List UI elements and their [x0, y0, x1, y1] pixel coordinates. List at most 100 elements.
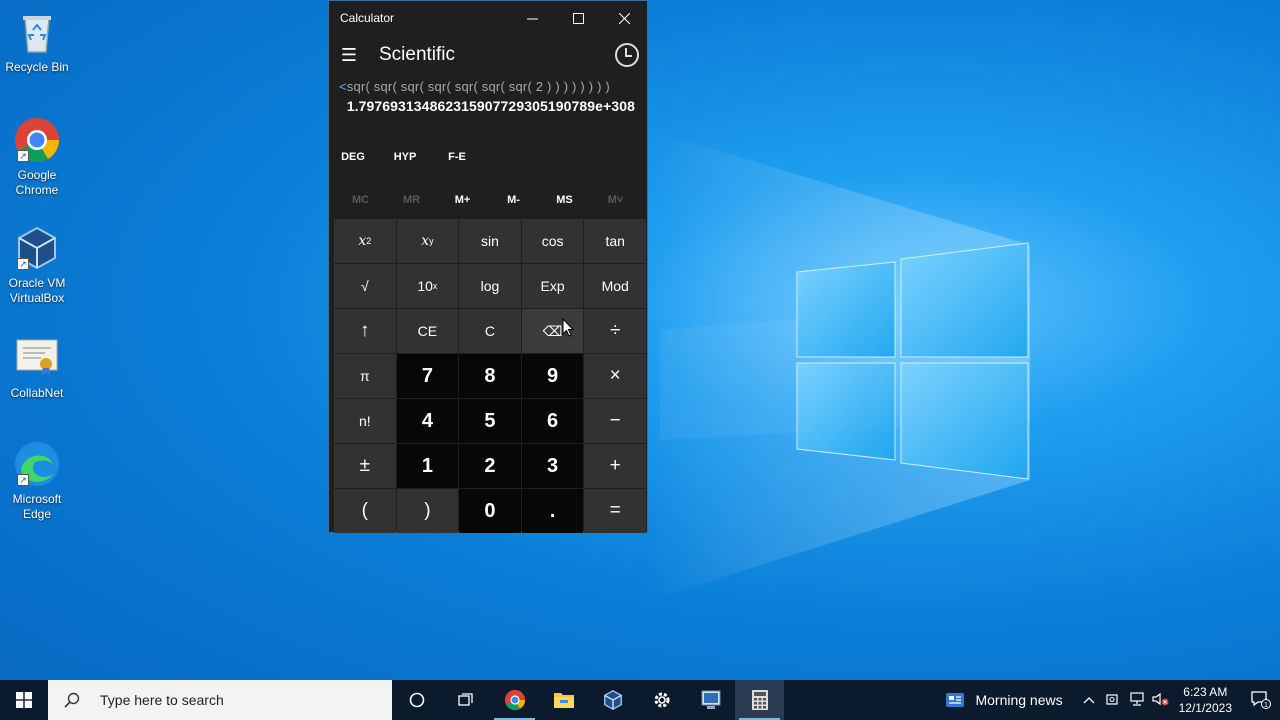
- search-icon: [64, 692, 80, 708]
- calculator-header: ☰ Scientific: [329, 35, 647, 75]
- multiply-button[interactable]: ×: [584, 354, 646, 398]
- hamburger-menu-icon[interactable]: ☰: [339, 45, 359, 66]
- digit-7-button[interactable]: 7: [396, 354, 459, 398]
- key-superscript: y: [429, 236, 434, 246]
- clear-entry-button[interactable]: CE: [396, 309, 459, 353]
- minimize-icon: [526, 18, 538, 19]
- digit-5-button[interactable]: 5: [459, 399, 521, 443]
- sin-button[interactable]: sin: [459, 219, 521, 263]
- power-button[interactable]: xy: [396, 219, 459, 263]
- chrome-icon: ↗: [13, 116, 61, 164]
- equals-button[interactable]: =: [584, 489, 646, 533]
- hyp-button[interactable]: HYP: [387, 151, 423, 163]
- deg-button[interactable]: DEG: [335, 151, 371, 163]
- open-paren-button[interactable]: (: [334, 489, 396, 533]
- title-bar[interactable]: Calculator: [329, 1, 647, 35]
- digit-6-button[interactable]: 6: [521, 399, 584, 443]
- decimal-button[interactable]: .: [521, 489, 584, 533]
- calculator-window: Calculator ☰ Scientific <sqr( sqr( sqr( …: [328, 0, 648, 533]
- taskbar-clock[interactable]: 6:23 AM 12/1/2023: [1179, 684, 1232, 716]
- square-root-button[interactable]: √: [334, 264, 396, 308]
- close-icon: [618, 12, 630, 24]
- taskbar-file-explorer[interactable]: [539, 680, 588, 720]
- close-button[interactable]: [601, 1, 647, 35]
- calculator-icon: [751, 690, 768, 710]
- pi-button[interactable]: π: [334, 354, 396, 398]
- memory-add-button[interactable]: M+: [437, 189, 488, 211]
- digit-2-button[interactable]: 2: [459, 444, 521, 488]
- folder-icon: [553, 693, 574, 708]
- remote-desktop-icon: [701, 690, 720, 709]
- digit-8-button[interactable]: 8: [459, 354, 521, 398]
- taskbar-calculator[interactable]: [735, 680, 784, 720]
- divide-button[interactable]: ÷: [584, 309, 646, 353]
- digit-9-button[interactable]: 9: [521, 354, 584, 398]
- taskbar: Type here to search Morning news 6:23 AM…: [0, 680, 1280, 720]
- key-superscript: x: [432, 281, 438, 291]
- certificate-icon: [13, 334, 61, 382]
- tan-button[interactable]: tan: [584, 219, 646, 263]
- square-button[interactable]: x2: [334, 219, 396, 263]
- memory-subtract-button[interactable]: M-: [488, 189, 539, 211]
- shortcut-arrow-icon: ↗: [17, 474, 29, 486]
- network-icon[interactable]: [1125, 691, 1149, 709]
- memory-list-button[interactable]: M˅: [590, 189, 641, 211]
- taskbar-virtualbox[interactable]: [588, 680, 637, 720]
- memory-store-button[interactable]: MS: [539, 189, 590, 211]
- subtract-button[interactable]: −: [584, 399, 646, 443]
- desktop-icon-label: Google Chrome: [15, 168, 59, 197]
- meet-now-icon[interactable]: [1101, 692, 1125, 709]
- log-button[interactable]: log: [459, 264, 521, 308]
- shift-button[interactable]: ↑: [334, 309, 396, 353]
- add-button[interactable]: +: [584, 444, 646, 488]
- chrome-icon: [504, 689, 525, 711]
- volume-muted-icon[interactable]: [1149, 692, 1173, 709]
- virtualbox-icon: [603, 690, 622, 710]
- history-icon[interactable]: [615, 43, 639, 67]
- expression-scroll-left[interactable]: <: [339, 79, 347, 94]
- desktop-icon-collabnet[interactable]: CollabNet: [4, 334, 70, 401]
- desktop-icon-recycle-bin[interactable]: Recycle Bin: [4, 8, 70, 75]
- cos-button[interactable]: cos: [521, 219, 584, 263]
- key-label: 10: [417, 278, 433, 294]
- key-label: x: [421, 233, 430, 249]
- edge-icon: ↗: [13, 440, 61, 488]
- digit-4-button[interactable]: 4: [396, 399, 459, 443]
- taskbar-remote-desktop[interactable]: [686, 680, 735, 720]
- news-label: Morning news: [975, 692, 1063, 708]
- news-widget[interactable]: Morning news: [945, 692, 1063, 708]
- minimize-button[interactable]: [509, 1, 555, 35]
- mod-button[interactable]: Mod: [584, 264, 646, 308]
- taskbar-search-box[interactable]: Type here to search: [48, 680, 392, 720]
- digit-1-button[interactable]: 1: [396, 444, 459, 488]
- notification-center-button[interactable]: 1: [1240, 689, 1280, 712]
- memory-clear-button[interactable]: MC: [335, 189, 386, 211]
- desktop-icon-edge[interactable]: ↗ Microsoft Edge: [4, 440, 70, 522]
- backspace-button[interactable]: ⌫: [521, 309, 584, 353]
- maximize-button[interactable]: [555, 1, 601, 35]
- clear-button[interactable]: C: [459, 309, 521, 353]
- desktop-icon-chrome[interactable]: ↗ Google Chrome: [4, 116, 70, 198]
- digit-3-button[interactable]: 3: [521, 444, 584, 488]
- factorial-button[interactable]: n!: [334, 399, 396, 443]
- ten-power-button[interactable]: 10 x: [396, 264, 459, 308]
- desktop-icon-virtualbox[interactable]: ↗ Oracle VM VirtualBox: [4, 224, 70, 306]
- digit-0-button[interactable]: 0: [459, 489, 521, 533]
- taskbar-chrome[interactable]: [490, 680, 539, 720]
- system-tray: Morning news 6:23 AM 12/1/2023 1: [945, 680, 1280, 720]
- taskbar-settings[interactable]: [637, 680, 686, 720]
- clock-time: 6:23 AM: [1183, 685, 1228, 699]
- task-view-button[interactable]: [441, 680, 490, 720]
- notification-count: 1: [1264, 702, 1268, 709]
- fe-button[interactable]: F-E: [439, 151, 475, 163]
- start-button[interactable]: [0, 680, 48, 720]
- recycle-bin-icon: [13, 8, 61, 56]
- exp-button[interactable]: Exp: [521, 264, 584, 308]
- memory-recall-button[interactable]: MR: [386, 189, 437, 211]
- chevron-up-icon[interactable]: [1077, 693, 1101, 707]
- desktop-icon-label: Recycle Bin: [5, 60, 69, 74]
- close-paren-button[interactable]: ): [396, 489, 459, 533]
- cortana-button[interactable]: [392, 680, 441, 720]
- negate-button[interactable]: ±: [334, 444, 396, 488]
- desktop-icon-label: Oracle VM VirtualBox: [8, 276, 66, 305]
